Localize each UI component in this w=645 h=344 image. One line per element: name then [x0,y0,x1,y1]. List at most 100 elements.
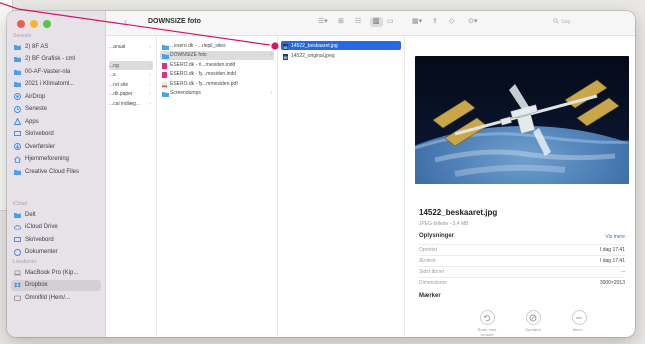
file-row[interactable]: ...ret site › [109,80,153,89]
file-row[interactable]: ESERO.dk - fy...mesiden.indd [160,70,274,79]
tags-heading: Mærker [419,293,441,299]
file-name: ...ret site [109,81,129,88]
quick-action-button[interactable]: Mere... [567,310,591,337]
image-file-icon [283,53,288,60]
window-title: DOWNSIZE foto [148,18,201,25]
sidebar-item[interactable]: Dropbox [11,279,101,291]
back-button[interactable]: ‹ [124,17,127,26]
info-value: I dag 17.41 [599,246,625,253]
sidebar-item[interactable]: Overførsler [11,141,101,152]
desktop-icon [14,236,21,243]
quick-action-button[interactable]: Roter mod venstre [475,310,499,337]
sidebar-item-label: 2) 8F AS [25,43,49,50]
folder-icon [14,44,21,50]
info-row: Dimensioner 3000×2013 [419,277,625,287]
file-name: ...esero.dk - ...rlepil_sites [170,42,226,49]
file-row[interactable]: ESERO.dk - fy...mmesiden.pdf [160,79,274,88]
group-button[interactable]: ▦▾ [412,17,422,27]
info-heading: Oplysninger [419,233,455,239]
sidebar-item-label: Dokumenter [25,249,58,255]
clock-icon [14,105,21,113]
shared-folder-icon [14,212,21,218]
home-icon [14,155,21,163]
info-label: Sidst åbnet [419,268,445,275]
show-more-link[interactable]: Vis mere [605,234,625,240]
file-row[interactable]: ...anual › [109,42,153,51]
sidebar-item[interactable]: Dokumenter [11,247,101,258]
sidebar-item[interactable]: Omnifild (Hem/... [11,292,101,303]
airdrop-icon [14,93,21,100]
share-button[interactable]: ⇪ [432,17,438,27]
quick-actions: Roter mod venstre Opmærk Mere... [475,310,591,337]
image-file-icon [283,43,288,50]
quick-action-label: Mere... [572,327,586,332]
pdf-icon [161,81,168,88]
chevron-right-icon: › [270,90,272,96]
quick-action-button[interactable]: Opmærk [521,310,545,337]
file-row[interactable]: ...dk.paper › [109,90,153,99]
sidebar-item-label: Hjemmeforening [25,156,70,162]
info-value: 3000×2013 [599,279,625,286]
file-row[interactable]: ...ng › [109,61,153,70]
list-view-button[interactable]: ☰▾ [318,17,328,27]
sidebar-item[interactable]: Skrivebord [11,129,101,140]
sidebar-item-label: MacBook Pro (Kip... [25,269,79,276]
laptop-icon [14,270,21,276]
file-row[interactable]: ...esero.dk - ...rlepil_sites › [160,41,274,50]
chevron-right-icon: › [149,43,151,50]
sidebar-item[interactable]: AirDrop [11,91,101,102]
more-button[interactable]: ⊙▾ [468,17,477,27]
zoom-window-button[interactable] [43,20,51,28]
sidebar-item[interactable]: 2) 8F AS [11,41,101,52]
sidebar-item[interactable]: 2021 i Klimatoml... [11,79,101,90]
markup-icon [525,310,541,325]
sidebar-item[interactable]: Apps [11,116,101,127]
column-list-button[interactable]: ☷ [355,17,361,27]
folder-icon [14,169,21,175]
file-row[interactable]: ESERO.dk - ri...mesiden.indd [160,60,274,69]
info-label: Ændret [419,257,436,264]
column-view-button[interactable]: ▥ [370,17,383,27]
file-name: 14522_original.jpeg [291,52,335,59]
column-3[interactable]: 14522_beskaaret.jpg 14522_original.jpeg [278,36,405,337]
file-row[interactable]: ...s › [109,71,153,80]
sidebar-item[interactable]: Skrivebord [11,234,101,245]
sidebar-item[interactable]: Hjemmeforening [11,154,101,165]
sidebar-item[interactable]: iCloud Drive [11,222,101,233]
file-row[interactable]: Screendumps › [160,89,274,98]
sidebar-item[interactable]: MacBook Pro (Kip... [11,267,101,278]
info-row: Oprettet I dag 17.41 [419,244,625,254]
sidebar-item-label: AirDrop [25,93,46,100]
preview-pane: 14522_beskaaret.jpg JPEG-billede - 3,4 M… [405,36,635,337]
apps-icon [14,118,21,125]
desktop-icon [14,131,21,137]
file-row[interactable]: 14522_original.jpeg [281,51,401,60]
preview-file-type: JPEG-billede - 3,4 MB [419,221,469,227]
drive-icon [14,295,21,301]
sidebar-section-heading: Seneste [13,33,32,39]
sidebar-item[interactable]: Delt [11,209,101,220]
file-name: ...anual [109,43,126,50]
finder-window: Seneste 2) 8F AS 2) BF Grafisk - cml 00-AF-… [7,11,635,337]
file-row[interactable]: 14522_beskaaret.jpg [281,41,401,50]
sidebar-item[interactable]: Seneste [11,104,101,115]
tag-button[interactable]: ◇ [449,17,454,27]
gallery-view-button[interactable]: ▭ [387,17,394,27]
column-1[interactable]: ...anual › ...ng › ...s › ...ret site › ...dk.pa… [106,36,157,337]
search-field[interactable]: Søg [553,17,623,27]
file-row[interactable] [109,52,153,61]
sidebar-item[interactable]: Creative Cloud Files [11,166,101,177]
close-window-button[interactable] [17,20,25,28]
icon-view-button[interactable]: ⊞ [338,17,344,27]
sidebar-item[interactable]: 2) BF Grafisk - cml [11,54,101,65]
file-row[interactable]: DOWNSIZE foto › [160,50,274,60]
minimize-window-button[interactable] [30,20,38,28]
sidebar-item-label: 2021 i Klimatoml... [25,81,75,87]
info-label: Oprettet [419,246,438,253]
folder-icon [14,69,21,75]
chevron-right-icon: › [149,81,151,88]
download-icon [14,143,21,150]
column-2[interactable]: ...esero.dk - ...rlepil_sites › DOWNSIZE f… [157,36,278,337]
sidebar-item[interactable]: 00-AF-Vaster-nla [11,66,101,77]
file-row[interactable]: ...cal indlæg... › [109,99,153,108]
